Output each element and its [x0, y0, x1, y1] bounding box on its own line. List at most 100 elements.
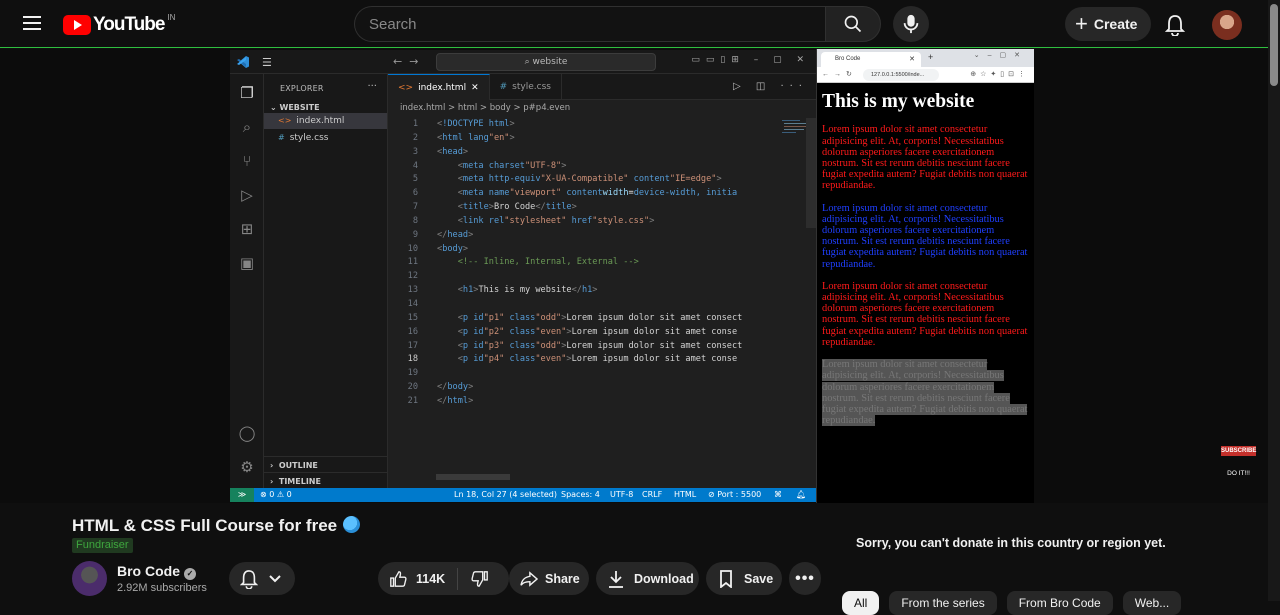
menu-icon[interactable] [16, 12, 48, 36]
code-line[interactable]: 7 <title>Bro Code</title> [388, 201, 774, 215]
file-name: index.html [296, 116, 345, 126]
editor-h-scrollbar[interactable] [436, 474, 510, 480]
editor-scrollbar[interactable] [806, 118, 816, 228]
code-line[interactable]: 1 <!DOCTYPE html> [388, 118, 774, 132]
code-line[interactable]: 2 <html lang"en"> [388, 132, 774, 146]
save-button[interactable]: Save [706, 562, 782, 595]
live-server-port[interactable]: ⊘ Port : 5500 [708, 488, 761, 502]
code-editor[interactable]: 1 <!DOCTYPE html> 2 <html lang"en"> 3 <head> 4… [388, 118, 774, 468]
like-dislike-group: 114K [378, 562, 509, 595]
window-controls[interactable]: ⌄–▢✕ [974, 51, 1028, 59]
code-text: <head> [437, 146, 469, 157]
editor-actions[interactable]: ▷ ◫ ··· [733, 81, 808, 92]
code-line[interactable]: 18 <p id"p4" class"even">Lorem ipsum dol… [388, 353, 774, 367]
source-control-icon[interactable]: ⑂ [238, 152, 256, 170]
file-index-html[interactable]: <> index.html [264, 113, 387, 129]
page-scrollbar[interactable] [1268, 0, 1280, 601]
tab-style-css[interactable]: # style.css [490, 74, 562, 100]
eol-status[interactable]: CRLF [642, 488, 662, 502]
more-actions-icon[interactable]: ··· [367, 81, 377, 92]
like-button[interactable]: 114K [378, 567, 459, 590]
indentation-status[interactable]: Spaces: 4 [561, 488, 600, 502]
search-input[interactable] [354, 6, 825, 42]
code-line[interactable]: 9 </head> [388, 229, 774, 243]
bell-icon [1165, 15, 1185, 36]
timeline-section[interactable]: › TIMELINE [264, 472, 388, 488]
problems-status[interactable]: ⊗ 0 ⚠ 0 [260, 488, 292, 502]
language-status[interactable]: HTML [674, 488, 696, 502]
code-line[interactable]: 14 [388, 298, 774, 312]
remote-icon[interactable]: ≫ [230, 488, 254, 502]
youtube-logo[interactable]: YouTube IN [63, 13, 175, 36]
chip-from-channel[interactable]: From Bro Code [1006, 591, 1113, 615]
cursor-position[interactable]: Ln 18, Col 27 (4 selected) [454, 488, 557, 502]
notifications-button[interactable] [1160, 10, 1190, 40]
code-line[interactable]: 19 [388, 367, 774, 381]
nav-arrows-icon[interactable]: ← → [393, 55, 418, 68]
chip-from-series[interactable]: From the series [889, 591, 997, 615]
settings-gear-icon[interactable]: ⚙ [238, 458, 256, 476]
dislike-button[interactable] [458, 569, 502, 589]
explorer-icon[interactable]: ❐ [238, 84, 256, 102]
subscribed-notification-button[interactable] [229, 562, 295, 595]
download-button[interactable]: Download [596, 562, 699, 595]
command-center[interactable]: ⌕ website [436, 53, 656, 71]
code-line[interactable]: 12 [388, 270, 774, 284]
code-line[interactable]: 16 <p id"p2" class"even">Lorem ipsum dol… [388, 326, 774, 340]
minimap[interactable] [782, 118, 808, 136]
hamburger-menu-icon[interactable]: ☰ [262, 56, 272, 69]
browser-tools-icon[interactable]: ⊕☆✦▯⊡⋮ [970, 70, 1029, 78]
code-line[interactable]: 15 <p id"p1" class"odd">Lorem ipsum dolo… [388, 312, 774, 326]
window-controls[interactable]: ▭▭▯⊞ – ▢ ✕ [691, 55, 810, 65]
scrollbar-thumb[interactable] [1270, 4, 1278, 86]
subscribe-watermark[interactable]: SUBSCRIBE DO IT!!! [1221, 446, 1256, 486]
breadcrumb[interactable]: index.html > html > body > p#p4.even [388, 100, 816, 116]
code-line[interactable]: 5 <meta http-equiv"X-UA-Compatible" cont… [388, 173, 774, 187]
account-icon[interactable]: ◯ [238, 424, 256, 442]
code-text: </head> [437, 229, 474, 240]
nav-buttons-icon[interactable]: ←→↻ [822, 70, 857, 78]
encoding-status[interactable]: UTF-8 [610, 488, 633, 502]
browser-tab[interactable]: Bro Code ✕ [821, 52, 921, 67]
outline-section[interactable]: › OUTLINE [264, 456, 388, 472]
search-icon[interactable]: ⌕ [238, 118, 256, 136]
video-player[interactable]: ☰ ← → ⌕ website ▭▭▯⊞ – ▢ ✕ ❐ ⌕ ⑂ ▷ ⊞ ▣ ◯… [0, 49, 1268, 503]
chip-web[interactable]: Web... [1122, 591, 1182, 615]
search-button[interactable] [825, 6, 881, 42]
tab-index-html[interactable]: <> index.html ✕ [388, 74, 490, 100]
fundraiser-badge[interactable]: Fundraiser [72, 538, 133, 553]
tab-label: style.css [512, 82, 551, 92]
create-button[interactable]: + Create [1065, 7, 1152, 41]
code-line[interactable]: 4 <meta charset"UTF-8"> [388, 160, 774, 174]
share-button[interactable]: Share [509, 562, 589, 595]
browser-tabbar: Bro Code ✕ + ⌄–▢✕ [817, 49, 1034, 67]
close-icon[interactable]: ✕ [909, 52, 915, 67]
code-line[interactable]: 10 <body> [388, 243, 774, 257]
extensions-icon[interactable]: ⊞ [238, 220, 256, 238]
code-line[interactable]: 3 <head> [388, 146, 774, 160]
close-icon[interactable]: ✕ [471, 83, 479, 93]
channel-avatar[interactable] [72, 561, 107, 596]
account-avatar[interactable] [1212, 10, 1242, 40]
code-line[interactable]: 20 </body> [388, 381, 774, 395]
remote-explorer-icon[interactable]: ▣ [238, 254, 256, 272]
address-bar[interactable]: 127.0.0.1:5500/inde... [863, 69, 939, 81]
folder-website[interactable]: ⌄ WEBSITE [264, 93, 387, 112]
code-line[interactable]: 17 <p id"p3" class"odd">Lorem ipsum dolo… [388, 340, 774, 354]
more-actions-button[interactable]: ••• [789, 562, 821, 595]
html-file-icon: <> [398, 82, 414, 93]
channel-name[interactable]: Bro Code ✓ [117, 563, 196, 580]
file-style-css[interactable]: # style.css [264, 130, 387, 146]
code-line[interactable]: 11 <!-- Inline, Internal, External --> [388, 256, 774, 270]
new-tab-icon[interactable]: + [928, 52, 933, 62]
code-line[interactable]: 8 <link rel"stylesheet" href"style.css"> [388, 215, 774, 229]
code-line[interactable]: 13 <h1>This is my website</h1> [388, 284, 774, 298]
vscode-titlebar: ☰ ← → ⌕ website ▭▭▯⊞ – ▢ ✕ [230, 50, 816, 74]
code-line[interactable]: 6 <meta name"viewport" contentwidth=devi… [388, 187, 774, 201]
notification-bell-icon[interactable]: 🔔︎ [796, 488, 806, 502]
voice-search-button[interactable] [893, 6, 929, 42]
chip-all[interactable]: All [842, 591, 880, 615]
run-debug-icon[interactable]: ▷ [238, 186, 256, 204]
feedback-icon[interactable]: ⌘ [774, 488, 782, 502]
code-line[interactable]: 21 </html> [388, 395, 774, 409]
